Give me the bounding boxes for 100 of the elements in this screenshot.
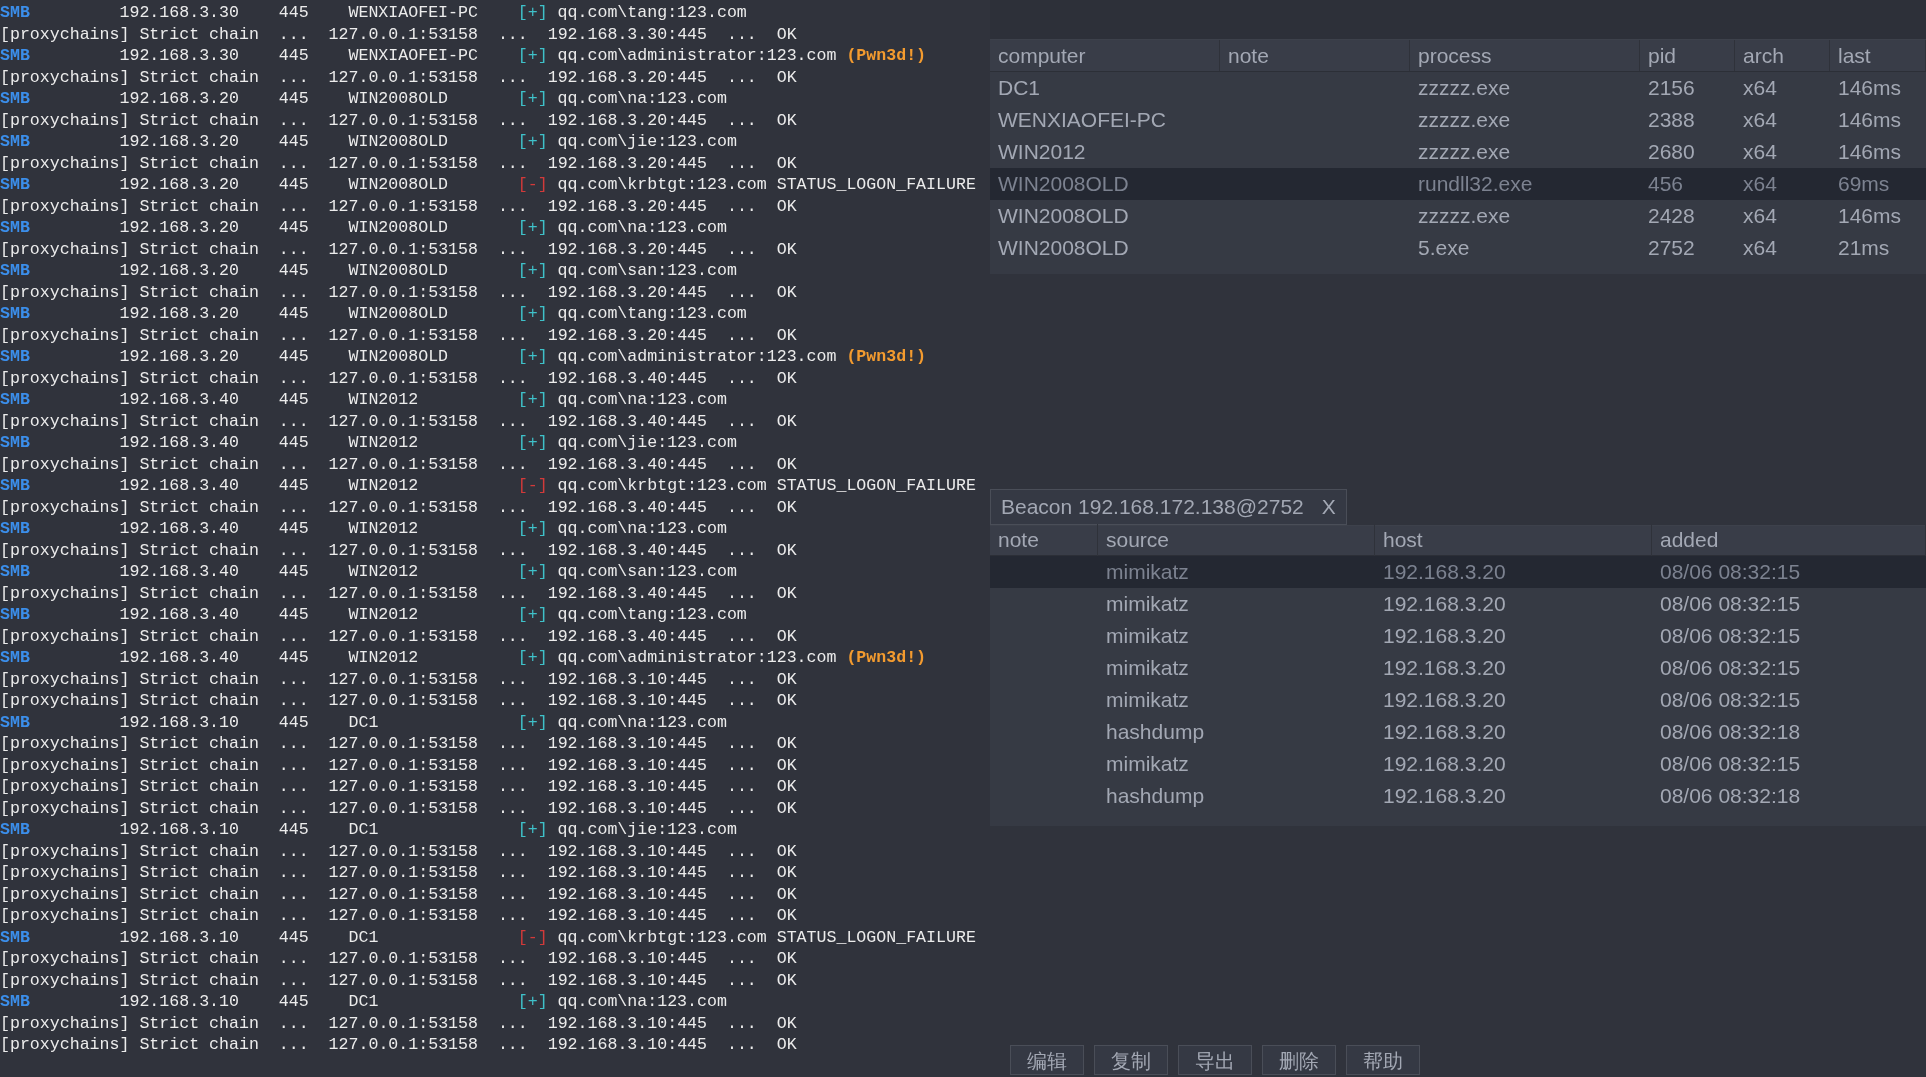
table-cell: zzzzz.exe [1418, 76, 1511, 100]
account-text: qq.com\na:123.com [557, 991, 727, 1014]
table-cell: WIN2008OLD [998, 236, 1129, 260]
ip-address: 192.168.3.20 [119, 217, 240, 240]
column-header[interactable]: added [1652, 524, 1926, 556]
log-line: [proxychains] Strict chain ... 127.0.0.1:53158 ... 192.168.3.20:445 ... OK [0, 324, 797, 347]
port-number: 445 [278, 88, 310, 111]
protocol-label: SMB [0, 88, 31, 111]
port-number: 445 [278, 432, 310, 455]
port-number: 445 [278, 346, 310, 369]
toolbar-button[interactable]: 编辑 [1010, 1045, 1084, 1075]
column-header[interactable]: process [1410, 39, 1640, 72]
status-marker: [+] [517, 303, 549, 326]
protocol-label: SMB [0, 346, 31, 369]
hostname: DC1 [348, 991, 380, 1014]
hostname: WIN2012 [348, 432, 420, 455]
beacon-row[interactable]: WIN2012 zzzzz.exe 2680 x64 146ms [990, 136, 1926, 168]
table-cell: DC1 [998, 76, 1040, 100]
protocol-label: SMB [0, 711, 31, 734]
table-cell: 69ms [1838, 172, 1890, 196]
table-cell: 2680 [1648, 140, 1695, 164]
table-cell: 08/06 08:32:15 [1660, 655, 1801, 679]
port-number: 445 [278, 260, 310, 283]
credential-row[interactable]: mimikatz 192.168.3.20 08/06 08:32:15 [990, 619, 1926, 652]
status-marker: [+] [517, 604, 549, 627]
status-marker: [-] [517, 475, 549, 498]
table-cell: mimikatz [1106, 655, 1189, 679]
log-line: [proxychains] Strict chain ... 127.0.0.1:53158 ... 192.168.3.20:445 ... OK [0, 195, 797, 218]
ip-address: 192.168.3.20 [119, 88, 240, 111]
credential-row[interactable]: mimikatz 192.168.3.20 08/06 08:32:15 [990, 555, 1926, 588]
column-header[interactable]: pid [1640, 39, 1735, 72]
toolbar-button[interactable]: 复制 [1094, 1045, 1168, 1075]
port-number: 445 [278, 518, 310, 541]
port-number: 445 [278, 991, 310, 1014]
column-header[interactable]: last [1830, 39, 1926, 72]
credential-row[interactable]: hashdump 192.168.3.20 08/06 08:32:18 [990, 715, 1926, 748]
credential-row[interactable]: mimikatz 192.168.3.20 08/06 08:32:15 [990, 651, 1926, 684]
log-line: [proxychains] Strict chain ... 127.0.0.1:53158 ... 192.168.3.40:445 ... OK [0, 410, 797, 433]
table-cell: 146ms [1838, 108, 1902, 132]
table-cell: 08/06 08:32:18 [1660, 783, 1801, 807]
column-header[interactable]: computer [990, 39, 1220, 72]
protocol-label: SMB [0, 389, 31, 412]
log-line: [proxychains] Strict chain ... 127.0.0.1:53158 ... 192.168.3.10:445 ... OK [0, 797, 797, 820]
table-cell: hashdump [1106, 719, 1205, 743]
hostname: WIN2008OLD [348, 303, 450, 326]
hostname: WIN2012 [348, 389, 420, 412]
column-header[interactable]: source [1098, 524, 1375, 556]
account-text: qq.com\administrator:123.com [557, 647, 837, 670]
status-marker: [+] [517, 260, 549, 283]
log-line: [proxychains] Strict chain ... 127.0.0.1:53158 ... 192.168.3.10:445 ... OK [0, 862, 797, 885]
table-cell: 08/06 08:32:15 [1660, 559, 1801, 583]
status-marker: [+] [517, 45, 549, 68]
beacon-row[interactable]: WIN2008OLD zzzzz.exe 2428 x64 146ms [990, 200, 1926, 232]
table-cell: mimikatz [1106, 623, 1189, 647]
toolbar-button[interactable]: 删除 [1262, 1045, 1336, 1075]
beacon-row[interactable]: WIN2008OLD rundll32.exe 456 x64 69ms [990, 168, 1926, 200]
table-cell: WENXIAOFEI-PC [998, 108, 1166, 132]
account-text: qq.com\na:123.com [557, 88, 727, 111]
beacon-row[interactable]: WIN2008OLD 5.exe 2752 x64 21ms [990, 232, 1926, 264]
column-header[interactable]: note [1220, 39, 1410, 72]
table-cell: mimikatz [1106, 559, 1189, 583]
beacon-row[interactable]: WENXIAOFEI-PC zzzzz.exe 2388 x64 146ms [990, 104, 1926, 136]
column-header[interactable]: note [990, 524, 1098, 556]
hostname: WIN2012 [348, 604, 420, 627]
pwned-note: (Pwn3d!) [846, 45, 927, 68]
account-text: qq.com\na:123.com [557, 518, 727, 541]
log-line: [proxychains] Strict chain ... 127.0.0.1:53158 ... 192.168.3.20:445 ... OK [0, 109, 797, 132]
protocol-label: SMB [0, 561, 31, 584]
log-line: [proxychains] Strict chain ... 127.0.0.1:53158 ... 192.168.3.10:445 ... OK [0, 690, 797, 713]
status-marker: [+] [517, 346, 549, 369]
pwned-note: (Pwn3d!) [846, 647, 927, 670]
log-line: [proxychains] Strict chain ... 127.0.0.1:53158 ... 192.168.3.40:445 ... OK [0, 539, 797, 562]
toolbar-button[interactable]: 帮助 [1346, 1045, 1420, 1075]
status-marker: [+] [517, 991, 549, 1014]
close-icon[interactable]: X [1321, 490, 1336, 523]
port-number: 445 [278, 711, 310, 734]
account-text: qq.com\na:123.com [557, 217, 727, 240]
hostname: WENXIAOFEI-PC [348, 45, 479, 68]
ip-address: 192.168.3.20 [119, 174, 240, 197]
credential-row[interactable]: mimikatz 192.168.3.20 08/06 08:32:15 [990, 747, 1926, 780]
credential-row[interactable]: mimikatz 192.168.3.20 08/06 08:32:15 [990, 683, 1926, 716]
hostname: WIN2008OLD [348, 217, 450, 240]
credential-row[interactable]: hashdump 192.168.3.20 08/06 08:32:18 [990, 779, 1926, 812]
beacon-row[interactable]: DC1 zzzzz.exe 2156 x64 146ms [990, 72, 1926, 104]
table-cell: rundll32.exe [1418, 172, 1533, 196]
tab[interactable]: Beacon 192.168.172.138@2752 X [990, 488, 1347, 525]
ip-address: 192.168.3.40 [119, 389, 240, 412]
port-number: 445 [278, 561, 310, 584]
toolbar-button[interactable]: 导出 [1178, 1045, 1252, 1075]
ip-address: 192.168.3.10 [119, 926, 240, 949]
table-cell: 08/06 08:32:18 [1660, 719, 1801, 743]
protocol-label: SMB [0, 303, 31, 326]
port-number: 445 [278, 389, 310, 412]
account-text: qq.com\tang:123.com [557, 303, 747, 326]
credential-row[interactable]: mimikatz 192.168.3.20 08/06 08:32:15 [990, 587, 1926, 620]
protocol-label: SMB [0, 991, 31, 1014]
column-header[interactable]: host [1375, 524, 1652, 556]
column-header[interactable]: arch [1735, 39, 1830, 72]
ip-address: 192.168.3.10 [119, 819, 240, 842]
protocol-label: SMB [0, 475, 31, 498]
